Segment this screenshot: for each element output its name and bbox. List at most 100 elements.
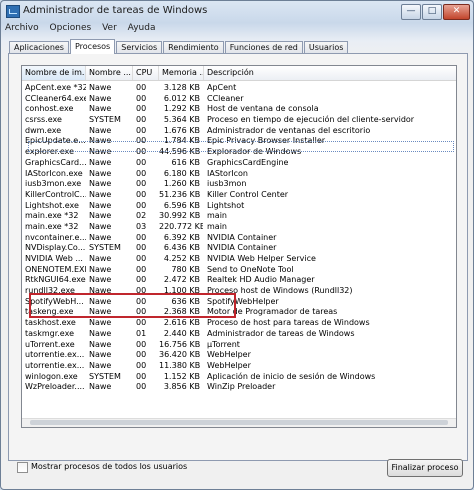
table-row[interactable]: RtkNGUI64.exe Nawe 00 2.472 KB Realtek HD Au… <box>22 274 456 285</box>
description-cell: WinZip Preloader <box>207 382 276 392</box>
memory-cell: 4.252 KB <box>163 254 200 263</box>
cpu-cell: 00 <box>136 125 147 135</box>
process-name-cell: SpotifyWebH... <box>25 296 84 306</box>
description-cell: SpotifyWebHelper <box>207 296 279 306</box>
user-name-cell: Nawe <box>89 318 112 328</box>
table-row[interactable]: GraphicsCard... Nawe 00 616 KB GraphicsCardE… <box>22 157 456 168</box>
table-row[interactable]: uTorrent.exe Nawe 00 16.756 KB µTorrent <box>22 339 456 350</box>
memory-cell: 6.012 KB <box>163 93 200 103</box>
process-name-cell: nvcontainer.e... <box>25 232 86 242</box>
scrollbar-thumb[interactable] <box>30 420 448 425</box>
process-list[interactable]: Nombre de im... Nombre ... CPU Memoria .… <box>21 65 457 428</box>
cpu-cell: 00 <box>136 232 147 242</box>
description-cell: ApCent <box>207 83 237 92</box>
description-cell: WebHelper <box>207 350 251 360</box>
user-name-cell: Nawe <box>89 189 112 199</box>
table-row[interactable]: ONENOTEM.EXE Nawe 00 780 KB Send to OneNote … <box>22 264 456 275</box>
memory-cell: 1.100 KB <box>163 286 200 296</box>
description-cell: NVIDIA Web Helper Service <box>207 254 316 263</box>
table-row[interactable]: Lightshot.exe Nawe 00 6.596 KB Lightshot <box>22 200 456 211</box>
table-row[interactable]: WzPreloader.... Nawe 00 3.856 KB WinZip Prel… <box>22 381 456 392</box>
table-row[interactable]: nvcontainer.e... Nawe 00 6.392 KB NVIDIA Con… <box>22 232 456 243</box>
user-name-cell: Nawe <box>89 296 112 306</box>
memory-cell: 44.596 KB <box>159 147 201 157</box>
horizontal-scrollbar[interactable] <box>22 418 456 427</box>
table-row[interactable]: taskhost.exe Nawe 00 2.616 KB Proceso de hos… <box>22 317 456 328</box>
end-process-button[interactable]: Finalizar proceso <box>387 459 463 477</box>
table-row[interactable]: taskeng.exe Nawe 00 2.368 KB Motor de Progra… <box>22 306 456 317</box>
column-header-description[interactable]: Descripción <box>204 66 456 80</box>
table-row[interactable]: ApCent.exe *32 Nawe 00 3.128 KB ApCent <box>22 82 456 93</box>
table-row[interactable]: csrss.exe SYSTEM 00 5.364 KB Proceso en tiem… <box>22 114 456 125</box>
user-name-cell: Nawe <box>89 339 112 349</box>
tab-procesos[interactable]: Procesos <box>69 39 116 54</box>
maximize-button[interactable]: □ <box>422 4 442 20</box>
process-name-cell: main.exe *32 <box>25 211 79 221</box>
process-name-cell: RtkNGUI64.exe <box>25 275 86 285</box>
process-name-cell: KillerControlC... <box>25 189 86 199</box>
menu-archivo[interactable]: Archivo <box>5 23 39 33</box>
memory-cell: 636 KB <box>171 296 200 306</box>
close-button[interactable]: ✕ <box>443 4 470 20</box>
table-row[interactable]: NVIDIA Web ... Nawe 00 4.252 KB NVIDIA Web H… <box>22 253 456 264</box>
cpu-cell: 00 <box>136 115 147 125</box>
user-name-cell: Nawe <box>89 104 112 114</box>
title-bar[interactable]: Administrador de tareas de Windows — □ ✕ <box>1 1 473 21</box>
table-row[interactable]: NVDisplay.Co... SYSTEM 00 6.436 KB NVIDIA Co… <box>22 242 456 253</box>
table-row[interactable]: explorer.exe Nawe 00 44.596 KB Explorador de… <box>22 146 456 157</box>
table-row[interactable]: EpicUpdate.e... Nawe 00 1.784 KB Epic Privac… <box>22 135 456 146</box>
user-name-cell: Nawe <box>89 275 112 285</box>
description-cell: Realtek HD Audio Manager <box>207 275 315 285</box>
user-name-cell: Nawe <box>89 350 112 360</box>
table-row[interactable]: utorrentie.ex... Nawe 00 36.420 KB WebHelper <box>22 349 456 360</box>
description-cell: Proceso de host para tareas de Windows <box>207 318 370 328</box>
table-row[interactable]: KillerControlC... Nawe 00 51.236 KB Killer C… <box>22 189 456 200</box>
table-row[interactable]: main.exe *32 Nawe 03 220.772 KB main <box>22 221 456 232</box>
cpu-cell: 00 <box>136 136 147 146</box>
process-name-cell: taskhost.exe <box>25 318 76 328</box>
user-name-cell: Nawe <box>89 200 112 210</box>
memory-cell: 2.440 KB <box>163 328 200 338</box>
cpu-cell: 02 <box>136 211 147 221</box>
menu-ver[interactable]: Ver <box>102 23 117 33</box>
menu-bar: Archivo Opciones Ver Ayuda <box>5 23 163 36</box>
description-cell: main <box>207 211 227 221</box>
table-row[interactable]: main.exe *32 Nawe 02 30.992 KB main <box>22 210 456 221</box>
table-row[interactable]: CCleaner64.exe Nawe 00 6.012 KB CCleaner <box>22 93 456 104</box>
description-cell: NVIDIA Container <box>207 232 277 242</box>
menu-ayuda[interactable]: Ayuda <box>128 23 156 33</box>
column-header-memory[interactable]: Memoria ... <box>159 66 204 80</box>
column-header-user-name[interactable]: Nombre ... <box>86 66 133 80</box>
memory-cell: 6.392 KB <box>163 232 200 242</box>
process-name-cell: CCleaner64.exe <box>25 93 86 103</box>
cpu-cell: 00 <box>136 296 147 306</box>
process-name-cell: uTorrent.exe <box>25 339 75 349</box>
table-row[interactable]: SpotifyWebH... Nawe 00 636 KB SpotifyWebHelp… <box>22 296 456 307</box>
memory-cell: 3.856 KB <box>163 382 200 392</box>
table-row[interactable]: conhost.exe Nawe 00 1.292 KB Host de ventana… <box>22 103 456 114</box>
memory-cell: 6.180 KB <box>163 168 200 178</box>
user-name-cell: Nawe <box>89 157 112 167</box>
user-name-cell: SYSTEM <box>89 243 121 253</box>
table-row[interactable]: rundll32.exe Nawe 00 1.100 KB Proceso host d… <box>22 285 456 296</box>
user-name-cell: Nawe <box>89 328 112 338</box>
table-row[interactable]: iusb3mon.exe Nawe 00 1.260 KB iusb3mon <box>22 178 456 189</box>
minimize-button[interactable]: — <box>401 4 421 20</box>
table-row[interactable]: taskmgr.exe Nawe 01 2.440 KB Administrador d… <box>22 328 456 339</box>
column-header-image-name[interactable]: Nombre de im... <box>22 66 86 80</box>
description-cell: Explorador de Windows <box>207 147 302 157</box>
column-header-cpu[interactable]: CPU <box>133 66 159 80</box>
user-name-cell: Nawe <box>89 254 112 263</box>
table-row[interactable]: IAStorIcon.exe Nawe 00 6.180 KB IAStorIcon <box>22 168 456 179</box>
table-row[interactable]: winlogon.exe SYSTEM 00 1.152 KB Aplicación d… <box>22 371 456 382</box>
table-row[interactable]: dwm.exe Nawe 00 1.676 KB Administrador de ve… <box>22 125 456 136</box>
description-cell: µTorrent <box>207 339 240 349</box>
table-row[interactable]: utorrentie.ex... Nawe 00 11.380 KB WebHelper <box>22 360 456 371</box>
memory-cell: 11.380 KB <box>159 360 201 370</box>
show-all-processes-checkbox[interactable] <box>17 462 28 473</box>
description-cell: Host de ventana de consola <box>207 104 319 114</box>
menu-opciones[interactable]: Opciones <box>50 23 92 33</box>
window-title: Administrador de tareas de Windows <box>23 5 208 16</box>
process-name-cell: main.exe *32 <box>25 221 79 231</box>
description-cell: Lightshot <box>207 200 245 210</box>
